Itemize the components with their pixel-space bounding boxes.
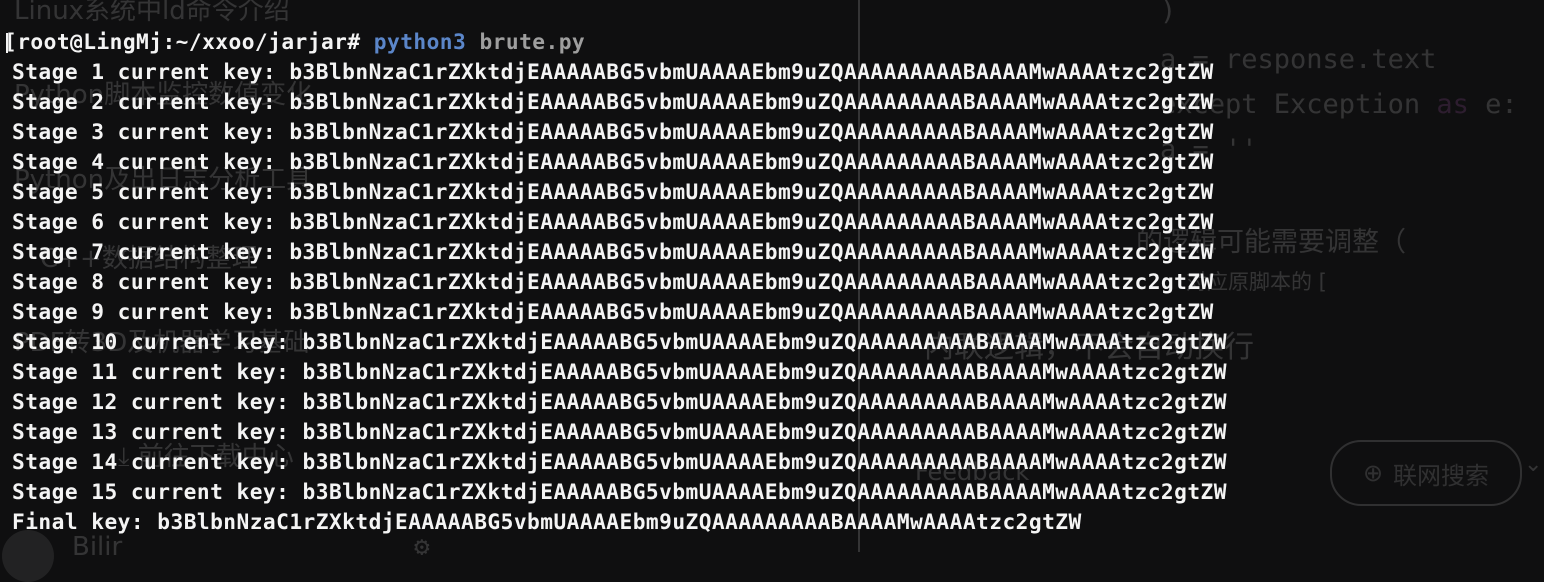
final-key-label: Final key: — [12, 509, 145, 534]
stage-key: b3BlbnNzaC1rZXktdjEAAAAABG5vbmUAAAAEbm9u… — [302, 419, 1227, 444]
output-line: Stage 5 current key: b3BlbnNzaC1rZXktdjE… — [12, 177, 1214, 207]
command-line: [root@LingMj:~/xxoo/jarjar# python3 brut… — [4, 27, 585, 57]
terminal-window[interactable]: [root@LingMj:~/xxoo/jarjar# python3 brut… — [0, 0, 1544, 552]
stage-label: Stage 9 current key: — [12, 299, 277, 324]
stage-label: Stage 12 current key: — [12, 389, 290, 414]
stage-label: Stage 1 current key: — [12, 59, 277, 84]
output-line: Stage 12 current key: b3BlbnNzaC1rZXktdj… — [12, 387, 1227, 417]
output-line: Stage 13 current key: b3BlbnNzaC1rZXktdj… — [12, 417, 1227, 447]
stage-key: b3BlbnNzaC1rZXktdjEAAAAABG5vbmUAAAAEbm9u… — [302, 389, 1227, 414]
shell-prompt: [root@LingMj:~/xxoo/jarjar# — [4, 29, 374, 54]
stage-label: Stage 3 current key: — [12, 119, 277, 144]
stage-key: b3BlbnNzaC1rZXktdjEAAAAABG5vbmUAAAAEbm9u… — [289, 59, 1214, 84]
output-line: Stage 15 current key: b3BlbnNzaC1rZXktdj… — [12, 477, 1227, 507]
stage-key: b3BlbnNzaC1rZXktdjEAAAAABG5vbmUAAAAEbm9u… — [289, 209, 1214, 234]
stage-key: b3BlbnNzaC1rZXktdjEAAAAABG5vbmUAAAAEbm9u… — [289, 299, 1214, 324]
output-line: Stage 1 current key: b3BlbnNzaC1rZXktdjE… — [12, 57, 1214, 87]
stage-key: b3BlbnNzaC1rZXktdjEAAAAABG5vbmUAAAAEbm9u… — [302, 359, 1227, 384]
stage-key: b3BlbnNzaC1rZXktdjEAAAAABG5vbmUAAAAEbm9u… — [289, 149, 1214, 174]
stage-label: Stage 7 current key: — [12, 239, 277, 264]
stage-key: b3BlbnNzaC1rZXktdjEAAAAABG5vbmUAAAAEbm9u… — [302, 479, 1227, 504]
stage-key: b3BlbnNzaC1rZXktdjEAAAAABG5vbmUAAAAEbm9u… — [289, 89, 1214, 114]
stage-label: Stage 15 current key: — [12, 479, 290, 504]
stage-key: b3BlbnNzaC1rZXktdjEAAAAABG5vbmUAAAAEbm9u… — [302, 329, 1227, 354]
output-line: Stage 2 current key: b3BlbnNzaC1rZXktdjE… — [12, 87, 1214, 117]
final-key-value: b3BlbnNzaC1rZXktdjEAAAAABG5vbmUAAAAEbm9u… — [157, 509, 1082, 534]
output-line: Stage 11 current key: b3BlbnNzaC1rZXktdj… — [12, 357, 1227, 387]
command-name: python3 — [373, 29, 467, 54]
output-line: Stage 8 current key: b3BlbnNzaC1rZXktdjE… — [12, 267, 1214, 297]
stage-label: Stage 4 current key: — [12, 149, 277, 174]
output-line: Stage 3 current key: b3BlbnNzaC1rZXktdjE… — [12, 117, 1214, 147]
stage-label: Stage 2 current key: — [12, 89, 277, 114]
stage-label: Stage 10 current key: — [12, 329, 290, 354]
output-line: Stage 6 current key: b3BlbnNzaC1rZXktdjE… — [12, 207, 1214, 237]
stage-label: Stage 11 current key: — [12, 359, 290, 384]
final-key-line: Final key: b3BlbnNzaC1rZXktdjEAAAAABG5vb… — [12, 507, 1082, 537]
stage-label: Stage 13 current key: — [12, 419, 290, 444]
output-line: Stage 9 current key: b3BlbnNzaC1rZXktdjE… — [12, 297, 1214, 327]
output-line: Stage 10 current key: b3BlbnNzaC1rZXktdj… — [12, 327, 1227, 357]
output-line: Stage 7 current key: b3BlbnNzaC1rZXktdjE… — [12, 237, 1214, 267]
output-line: Stage 14 current key: b3BlbnNzaC1rZXktdj… — [12, 447, 1227, 477]
stage-label: Stage 14 current key: — [12, 449, 290, 474]
stage-key: b3BlbnNzaC1rZXktdjEAAAAABG5vbmUAAAAEbm9u… — [302, 449, 1227, 474]
stage-key: b3BlbnNzaC1rZXktdjEAAAAABG5vbmUAAAAEbm9u… — [289, 239, 1214, 264]
stage-key: b3BlbnNzaC1rZXktdjEAAAAABG5vbmUAAAAEbm9u… — [289, 269, 1214, 294]
stage-key: b3BlbnNzaC1rZXktdjEAAAAABG5vbmUAAAAEbm9u… — [289, 119, 1214, 144]
command-argument: brute.py — [479, 29, 586, 54]
stage-label: Stage 6 current key: — [12, 209, 277, 234]
output-line: Stage 4 current key: b3BlbnNzaC1rZXktdjE… — [12, 147, 1214, 177]
stage-label: Stage 8 current key: — [12, 269, 277, 294]
stage-label: Stage 5 current key: — [12, 179, 277, 204]
stage-key: b3BlbnNzaC1rZXktdjEAAAAABG5vbmUAAAAEbm9u… — [289, 179, 1214, 204]
